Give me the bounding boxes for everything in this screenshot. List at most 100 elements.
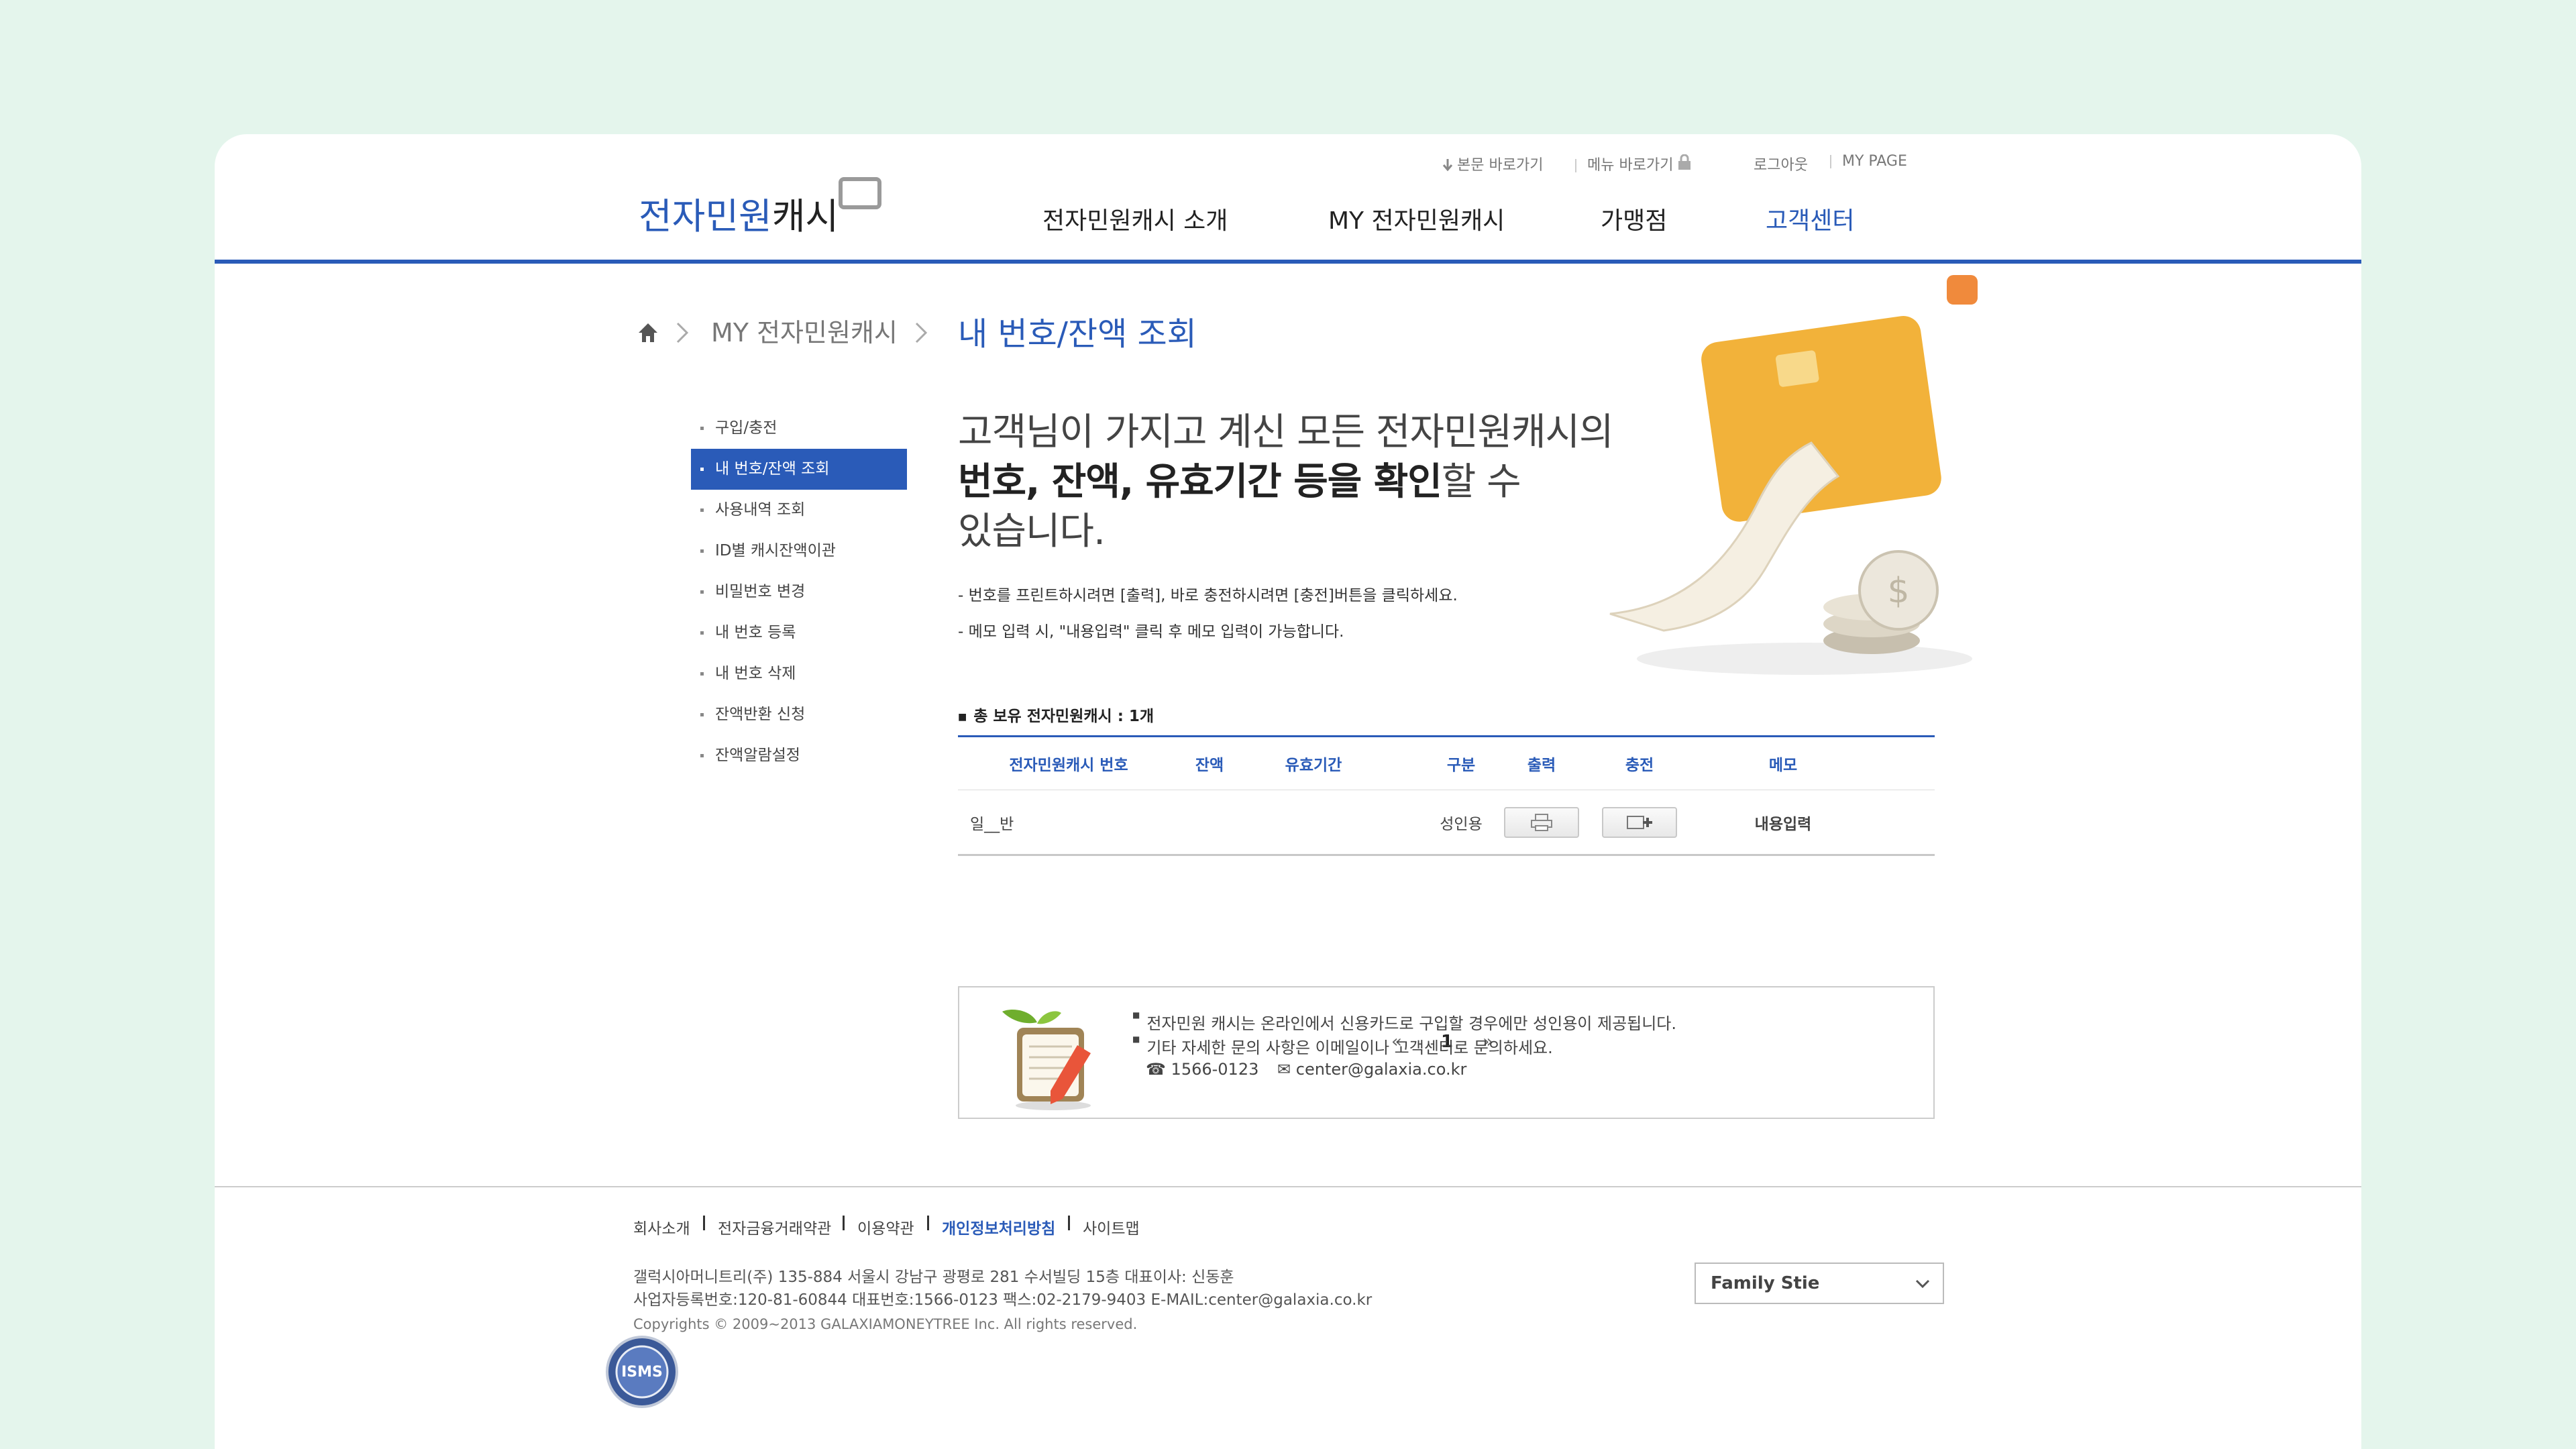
side-menu-purchase[interactable]: 구입/충전: [691, 408, 907, 449]
footer-separator: [1068, 1216, 1070, 1230]
side-menu-register[interactable]: 내 번호 등록: [691, 612, 907, 653]
guide-note-1: - 번호를 프린트하시려면 [출력], 바로 충전하시려면 [충전]버튼을 클릭…: [958, 587, 1458, 604]
side-menu-transfer[interactable]: ID별 캐시잔액이관: [691, 531, 907, 572]
printer-icon: [1531, 813, 1552, 831]
info-line-2: ■ 기타 자세한 문의 사항은 이메일이나 고객센터로 문의하세요.: [1132, 1034, 1553, 1058]
info-line-1-text: 전자민원 캐시는 온라인에서 신용카드로 구입할 경우에만 성인용이 제공됩니다…: [1146, 1014, 1677, 1033]
page-title: 내 번호/잔액 조회: [958, 315, 1197, 353]
col-number: 전자민원캐시 번호: [1009, 757, 1128, 774]
mypage-link[interactable]: MY PAGE: [1819, 153, 1907, 170]
col-charge: 충전: [1625, 757, 1654, 774]
footer-separator: [927, 1216, 929, 1230]
info-box: ■ 전자민원 캐시는 온라인에서 신용카드로 구입할 경우에만 성인용이 제공됩니…: [958, 986, 1935, 1119]
gnb-intro[interactable]: 전자민원캐시 소개: [1042, 201, 1228, 236]
mypage-label: MY PAGE: [1842, 153, 1907, 170]
side-menu-history[interactable]: 사용내역 조회: [691, 490, 907, 531]
intro-text: 고객님이 가지고 계신 모든 전자민원캐시의 번호, 잔액, 유효기간 등을 확…: [958, 408, 1614, 557]
bullet-icon: ■: [1132, 1010, 1140, 1020]
footer-copyright: Copyrights © 2009~2013 GALAXIAMONEYTREE …: [633, 1316, 1138, 1332]
info-contact: ☎ 1566-0123 ✉ center@galaxia.co.kr: [1146, 1060, 1466, 1079]
footer-link-terms[interactable]: 이용약관: [857, 1216, 914, 1238]
logo-card-icon: [839, 177, 881, 209]
memo-input-link[interactable]: 내용입력: [1696, 790, 1870, 854]
side-menu-refund[interactable]: 잔액반환 신청: [691, 694, 907, 735]
cash-type: 성인용: [1440, 815, 1483, 833]
side-menu-delete[interactable]: 내 번호 삭제: [691, 653, 907, 694]
bullet-icon: ■: [958, 711, 967, 722]
breadcrumb-parent[interactable]: MY 전자민원캐시: [711, 312, 898, 349]
guide-note-2: - 메모 입력 시, "내용입력" 클릭 후 메모 입력이 가능합니다.: [958, 623, 1344, 641]
info-line-2-text: 기타 자세한 문의 사항은 이메일이나 고객센터로 문의하세요.: [1146, 1038, 1553, 1057]
skip-menu-link[interactable]: 메뉴 바로가기: [1564, 153, 1673, 174]
footer-link-sitemap[interactable]: 사이트맵: [1083, 1216, 1140, 1238]
intro-line-2: 번호, 잔액, 유효기간 등을 확인할 수: [958, 458, 1613, 507]
footer-link-efinance-terms[interactable]: 전자금융거래약관: [718, 1216, 831, 1238]
intro-line-2-bold: 번호, 잔액, 유효기간 등을 확인: [958, 460, 1442, 504]
isms-certification-badge: ISMS: [606, 1336, 678, 1408]
logout-label: 로그아웃: [1754, 157, 1808, 174]
notepad-pencil-icon: [1002, 1010, 1091, 1110]
chevron-right-icon: [915, 322, 928, 343]
gnb-merchants[interactable]: 가맹점: [1601, 201, 1667, 236]
print-cell: [1501, 790, 1582, 854]
side-menu-alarm[interactable]: 잔액알람설정: [691, 735, 907, 776]
chevron-right-icon: [676, 322, 689, 343]
footer-divider: [215, 1186, 2361, 1187]
table-caption: ■ 총 보유 전자민원캐시 : 1개: [958, 703, 1154, 726]
footer-separator: [703, 1216, 705, 1230]
page-card: 전자민원캐시 본문 바로가기 메뉴 바로가기 로그아웃 MY PAGE 전자민원…: [215, 134, 2361, 1449]
family-site-select[interactable]: Family Stie: [1695, 1263, 1944, 1304]
skip-content-link[interactable]: 본문 바로가기: [1442, 153, 1543, 174]
skip-menu-label: 메뉴 바로가기: [1587, 157, 1674, 174]
logout-link[interactable]: 로그아웃: [1754, 153, 1808, 174]
chevron-down-icon: [1915, 1279, 1930, 1289]
mail-icon: ✉: [1277, 1060, 1291, 1079]
card-receipt-coins-illustration: $: [1609, 275, 1978, 675]
print-button[interactable]: [1504, 806, 1579, 838]
gnb-customer-center[interactable]: 고객센터: [1766, 201, 1854, 236]
cash-balance: [1179, 790, 1240, 854]
footer-link-company[interactable]: 회사소개: [633, 1216, 690, 1238]
skip-content-label: 본문 바로가기: [1457, 157, 1544, 174]
col-expiry: 유효기간: [1285, 757, 1342, 774]
phone-number: 1566-0123: [1171, 1060, 1259, 1079]
side-menu-password[interactable]: 비밀번호 변경: [691, 572, 907, 612]
col-balance: 잔액: [1195, 757, 1224, 774]
col-print: 출력: [1527, 757, 1556, 774]
footer-separator: [843, 1216, 845, 1230]
logo-text-part1: 전자민원: [639, 195, 772, 237]
arrow-down-icon: [1442, 159, 1453, 172]
card-plus-icon: [1627, 815, 1652, 829]
footer-address: 갤럭시아머니트리(주) 135-884 서울시 강남구 광평로 281 수서빌딩…: [633, 1269, 1234, 1286]
cash-expiry: [1280, 790, 1347, 854]
info-line-1: ■ 전자민원 캐시는 온라인에서 신용카드로 구입할 경우에만 성인용이 제공됩니…: [1132, 1010, 1676, 1034]
phone-icon: ☎: [1146, 1060, 1166, 1079]
bullet-icon: ■: [1132, 1034, 1140, 1044]
intro-line-1: 고객님이 가지고 계신 모든 전자민원캐시의: [958, 411, 1614, 454]
logo-text-part2: 캐시: [771, 195, 839, 237]
table-caption-text: 총 보유 전자민원캐시 : 1개: [973, 708, 1155, 725]
home-icon[interactable]: [637, 322, 659, 343]
site-header: 전자민원캐시 본문 바로가기 메뉴 바로가기 로그아웃 MY PAGE 전자민원…: [215, 134, 2361, 264]
util-separator: [1830, 155, 1831, 168]
cash-number: 일__반: [970, 815, 1014, 833]
side-menu-balance[interactable]: 내 번호/잔액 조회: [691, 449, 907, 490]
svg-text:$: $: [1887, 571, 1909, 611]
family-site-label: Family Stie: [1711, 1273, 1820, 1293]
isms-badge-text: ISMS: [621, 1364, 663, 1381]
col-type: 구분: [1446, 757, 1476, 774]
side-menu: 구입/충전 내 번호/잔액 조회 사용내역 조회 ID별 캐시잔액이관 비밀번호…: [691, 408, 907, 776]
email-address[interactable]: center@galaxia.co.kr: [1296, 1060, 1467, 1079]
gnb-my-cash[interactable]: MY 전자민원캐시: [1328, 201, 1505, 236]
table-row: 일__반 성인용 내용입력: [958, 790, 1935, 854]
charge-button[interactable]: [1602, 806, 1677, 838]
footer-business-info: 사업자등록번호:120-81-60844 대표번호:1566-0123 팩스:0…: [633, 1291, 1373, 1309]
intro-line-2-rest: 할 수: [1441, 460, 1521, 504]
balance-table: 전자민원캐시 번호 잔액 유효기간 구분 출력 충전 메모 일__반 성인용 내…: [958, 735, 1935, 856]
footer-link-privacy[interactable]: 개인정보처리방침: [942, 1216, 1055, 1238]
col-memo: 메모: [1768, 757, 1798, 774]
util-separator: [1575, 159, 1576, 172]
site-logo[interactable]: 전자민원캐시: [639, 186, 839, 239]
lock-icon: [1678, 154, 1690, 170]
intro-line-3: 있습니다.: [958, 510, 1106, 553]
